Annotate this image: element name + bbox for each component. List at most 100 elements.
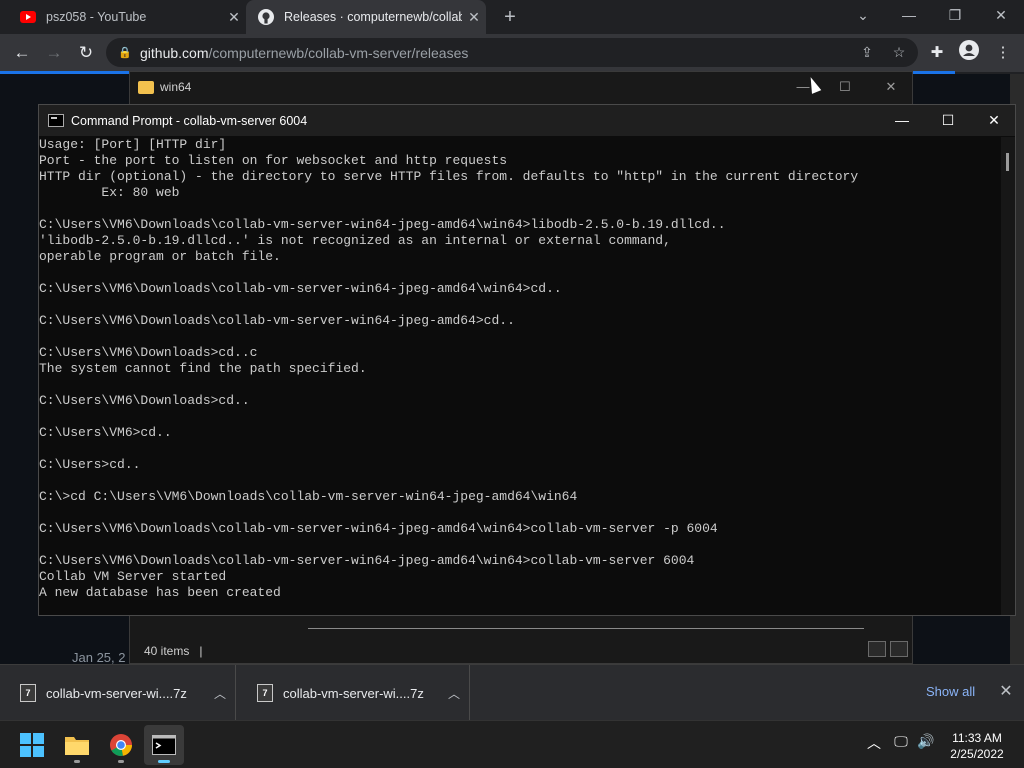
chrome-tab-strip: psz058 - YouTube ✕ Releases · computerne… [0,0,1024,34]
close-downloads-bar-icon[interactable]: ✕ [996,681,1016,701]
running-indicator [74,760,80,763]
lock-icon[interactable]: 🔒 [118,46,132,59]
running-indicator [118,760,124,763]
cmd-maximize-icon[interactable]: ☐ [925,105,971,136]
download-filename: collab-vm-server-wi....7z [283,685,424,701]
cmd-title: Command Prompt - collab-vm-server 6004 [71,113,308,128]
clock-time: 11:33 AM [952,731,1002,745]
forward-button[interactable]: → [41,40,67,66]
new-tab-button[interactable]: + [498,5,522,29]
close-tab-icon[interactable]: ✕ [222,9,246,26]
windows-logo-icon [20,733,44,757]
chrome-taskbar-button[interactable] [101,725,141,765]
release-date-text: Jan 25, 2 [72,650,126,665]
console-line: C:\Users\VM6\Downloads\collab-vm-server-… [39,521,718,536]
file-explorer-taskbar-button[interactable] [57,725,97,765]
download-filename: collab-vm-server-wi....7z [46,685,187,701]
extensions-puzzle-icon[interactable]: ✚ [924,40,950,66]
console-line: Port - the port to listen on for websock… [39,153,508,168]
console-line: operable program or batch file. [39,249,281,264]
console-line: C:\Users\VM6>cd.. [39,425,172,440]
tab-youtube[interactable]: psz058 - YouTube ✕ [8,0,246,34]
explorer-maximize-icon[interactable]: ☐ [822,72,868,102]
folder-icon [65,737,89,755]
archive-file-icon: 7 [257,684,273,702]
restore-icon[interactable]: ❐ [932,0,978,34]
console-line: 'libodb-2.5.0-b.19.dllcd..' is not recog… [39,233,671,248]
console-line: Ex: 80 web [39,185,180,200]
explorer-horizontal-scrollbar[interactable] [308,628,864,632]
terminal-icon [152,735,176,755]
downloads-bar: 7 collab-vm-server-wi....7z ︿ 7 collab-v… [0,664,1024,721]
start-button[interactable] [12,725,52,765]
tab-search-chevron-icon[interactable]: ⌄ [840,0,886,34]
share-icon[interactable]: ⇪ [856,44,878,62]
reload-button[interactable]: ↻ [73,40,99,66]
console-line: Collab VM Server started [39,569,227,584]
running-indicator [158,760,170,763]
explorer-title: win64 [160,80,192,94]
cmd-minimize-icon[interactable]: — [879,105,925,136]
large-icons-view-icon[interactable] [890,641,908,657]
console-line: C:\Users\VM6\Downloads\collab-vm-server-… [39,313,515,328]
profile-avatar-icon[interactable] [956,40,982,66]
console-output[interactable]: Usage: [Port] [HTTP dir] Port - the port … [39,137,1001,615]
url-text: github.com/computernewb/collab-vm-server… [140,44,469,61]
show-hidden-icons-chevron-icon[interactable]: ︿ [862,733,886,753]
console-line: C:\Users\VM6\Downloads\collab-vm-server-… [39,217,726,232]
console-line: The system cannot find the path specifie… [39,361,367,376]
windows-taskbar: ︿ 🖵 🔊 11:33 AM 2/25/2022 [0,720,1024,768]
console-line: A new database has been created [39,585,281,600]
console-line: C:\Users\VM6\Downloads\collab-vm-server-… [39,553,695,568]
tab-title: Releases · computernewb/collab-vm-server [284,10,462,24]
command-prompt-taskbar-button[interactable] [144,725,184,765]
chevron-up-icon[interactable]: ︿ [439,685,469,702]
volume-icon[interactable]: 🔊 [914,733,938,750]
address-bar[interactable]: 🔒 github.com/computernewb/collab-vm-serv… [106,38,918,67]
close-tab-icon[interactable]: ✕ [462,9,486,26]
console-line: Usage: [Port] [HTTP dir] [39,137,227,152]
explorer-close-icon[interactable]: ✕ [868,72,914,102]
details-view-icon[interactable] [868,641,886,657]
folder-icon [138,80,154,94]
bookmark-star-icon[interactable]: ☆ [888,44,910,62]
network-icon[interactable]: 🖵 [889,733,913,750]
chrome-icon [110,734,132,756]
command-prompt-window[interactable]: Command Prompt - collab-vm-server 6004 —… [38,104,1016,616]
back-button[interactable]: ← [9,40,35,66]
close-window-icon[interactable]: ✕ [978,0,1024,34]
minimize-icon[interactable]: — [886,0,932,34]
chevron-up-icon[interactable]: ︿ [205,685,235,702]
console-line: C:\Users\VM6\Downloads>cd.. [39,393,250,408]
console-line: C:\Users\VM6\Downloads\collab-vm-server-… [39,281,562,296]
download-item[interactable]: 7 collab-vm-server-wi....7z ︿ [0,665,236,721]
archive-file-icon: 7 [20,684,36,702]
clock-date: 2/25/2022 [950,747,1004,761]
cmd-close-icon[interactable]: ✕ [971,105,1017,136]
download-item[interactable]: 7 collab-vm-server-wi....7z ︿ [237,665,470,721]
cmd-app-icon [48,114,64,127]
console-line: C:\>cd C:\Users\VM6\Downloads\collab-vm-… [39,489,578,504]
cmd-scrollbar[interactable] [1001,137,1015,615]
cmd-titlebar[interactable]: Command Prompt - collab-vm-server 6004 [39,105,1015,136]
github-icon [258,9,274,25]
chrome-menu-icon[interactable]: ⋮ [990,40,1016,66]
console-line: C:\Users\VM6\Downloads>cd..c [39,345,258,360]
tab-title: psz058 - YouTube [46,10,147,24]
explorer-item-count: 40 items | [144,644,203,658]
console-line: C:\Users>cd.. [39,457,141,472]
tab-releases[interactable]: Releases · computernewb/collab-vm-server… [246,0,486,34]
cmd-scrollbar-thumb[interactable] [1006,153,1009,171]
show-all-downloads-link[interactable]: Show all [926,684,975,699]
taskbar-clock[interactable]: 11:33 AM 2/25/2022 [940,730,1014,762]
